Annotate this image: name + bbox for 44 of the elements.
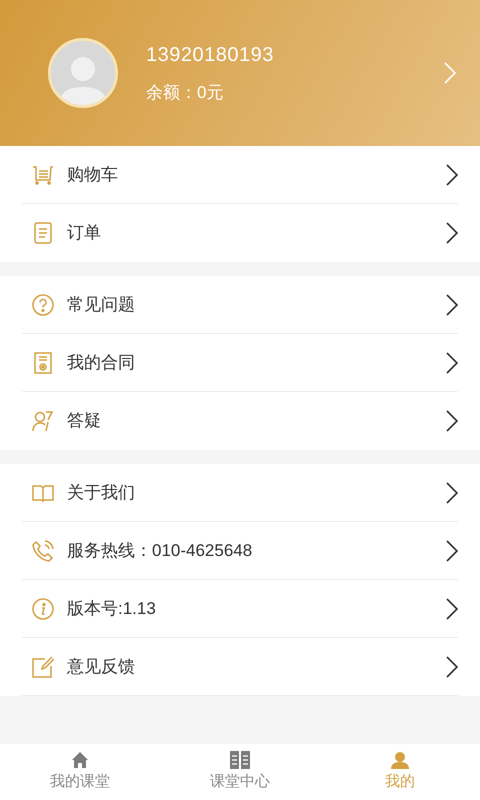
menu-item[interactable]: 常见问题 bbox=[22, 276, 458, 334]
chevron-right-icon bbox=[446, 656, 458, 678]
menu-label: 意见反馈 bbox=[67, 656, 136, 678]
menu-label: 常见问题 bbox=[67, 294, 136, 316]
chevron-right-icon bbox=[446, 598, 458, 620]
contract-icon bbox=[34, 352, 52, 374]
menu-label: 版本号:1.13 bbox=[67, 598, 157, 620]
menu-item[interactable]: 关于我们 bbox=[22, 464, 458, 522]
menu-item[interactable]: 版本号:1.13 bbox=[22, 580, 458, 638]
chevron-right-icon bbox=[446, 164, 458, 186]
chevron-right-icon bbox=[446, 294, 458, 316]
menu-label: 答疑 bbox=[67, 410, 102, 432]
edit-icon bbox=[32, 656, 54, 678]
home-icon bbox=[71, 750, 89, 769]
book-icon bbox=[32, 484, 54, 502]
menu-item[interactable]: 订单 bbox=[22, 204, 458, 262]
question-icon bbox=[32, 294, 54, 316]
menu-label: 购物车 bbox=[67, 164, 119, 186]
menu-label: 我的合同 bbox=[67, 352, 136, 374]
menu-label: 服务热线：010-4625648 bbox=[67, 540, 254, 562]
document-icon bbox=[34, 222, 52, 244]
user-icon bbox=[391, 750, 409, 769]
person-question-icon bbox=[32, 410, 54, 432]
chevron-right-icon bbox=[446, 482, 458, 504]
menu-item[interactable]: 服务热线：010-4625648 bbox=[22, 522, 458, 580]
book-icon bbox=[230, 750, 250, 769]
tab-item[interactable]: 课堂中心 bbox=[160, 744, 320, 800]
menu-label: 订单 bbox=[67, 222, 102, 244]
menu-label: 关于我们 bbox=[67, 482, 136, 504]
chevron-right-icon bbox=[446, 222, 458, 244]
phone-number: 13920180193 bbox=[146, 43, 275, 68]
phone-icon bbox=[32, 540, 54, 562]
chevron-right-icon bbox=[446, 352, 458, 374]
menu-item[interactable]: 我的合同 bbox=[22, 334, 458, 392]
menu-item[interactable]: 购物车 bbox=[22, 146, 458, 204]
chevron-right-icon bbox=[444, 62, 456, 84]
chevron-right-icon bbox=[446, 540, 458, 562]
tab-item[interactable]: 我的课堂 bbox=[0, 744, 160, 800]
balance-text: 余额：0元 bbox=[146, 82, 224, 104]
menu-item[interactable]: 答疑 bbox=[22, 392, 458, 450]
cart-icon bbox=[32, 164, 54, 184]
info-icon bbox=[32, 598, 54, 620]
chevron-right-icon bbox=[446, 410, 458, 432]
menu-item[interactable]: 意见反馈 bbox=[22, 638, 458, 696]
